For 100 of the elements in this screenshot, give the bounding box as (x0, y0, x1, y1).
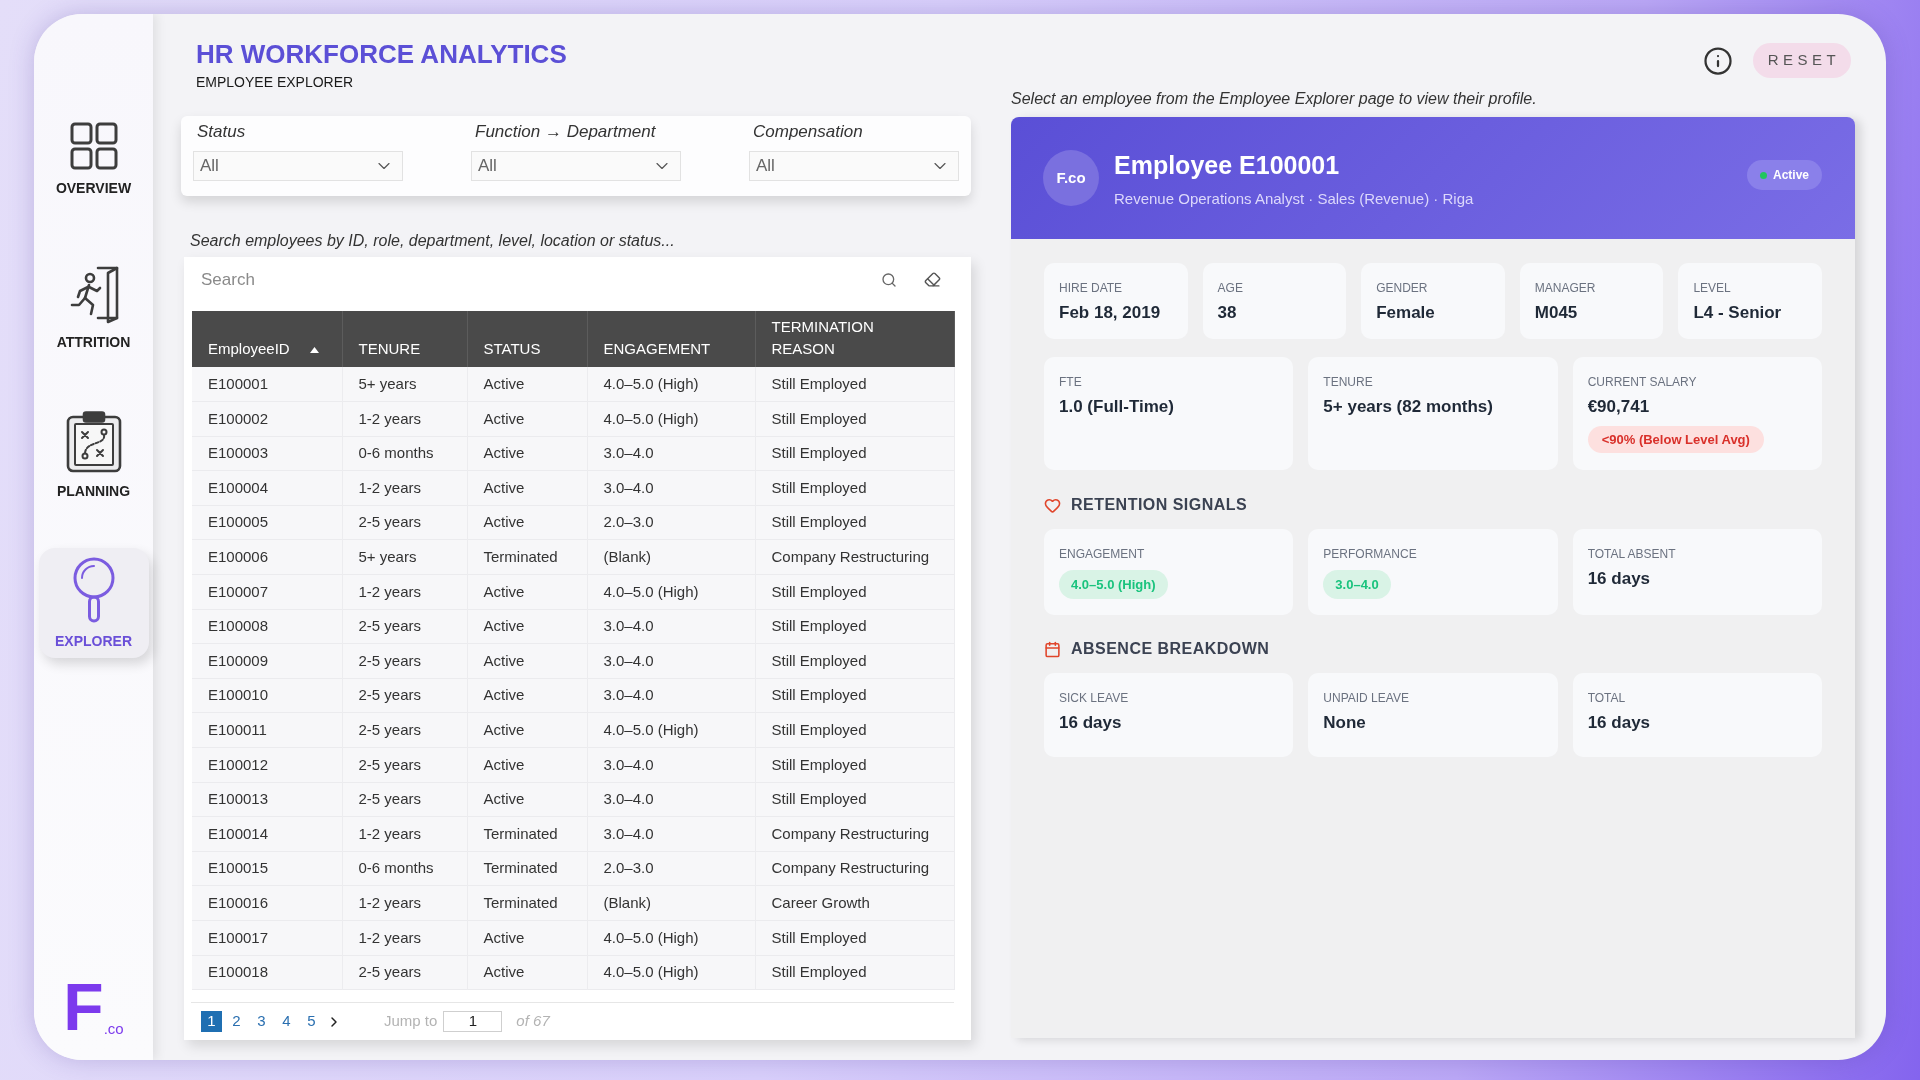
filter-dropdown[interactable]: All (471, 151, 681, 181)
field-value: 16 days (1587, 712, 1651, 734)
table-cell: 4.0–5.0 (High) (587, 712, 755, 748)
field-value: 1.0 (Full-Time) (1059, 396, 1174, 418)
table-cell: 3.0–4.0 (587, 678, 755, 713)
field-label: HIRE DATE (1059, 280, 1123, 296)
eraser-icon[interactable] (924, 271, 941, 288)
table-cell: 2-5 years (342, 747, 467, 783)
table-cell: Still Employed (755, 367, 954, 402)
info-icon[interactable] (1703, 45, 1733, 76)
field-value: Female (1376, 302, 1435, 324)
table-cell: Active (467, 643, 587, 679)
field-label: UNPAID LEAVE (1323, 690, 1409, 706)
table-cell: 5+ years (342, 539, 467, 575)
page-link[interactable]: 5 (301, 1011, 322, 1033)
field-label: FTE (1059, 374, 1082, 390)
table-cell: Terminated (467, 539, 587, 575)
filter-dropdown[interactable]: All (193, 151, 403, 181)
field-value: 16 days (1587, 568, 1651, 590)
nav-item[interactable]: ATTRITION (38, 252, 149, 362)
table-cell: Active (467, 747, 587, 783)
table-cell: Still Employed (755, 609, 954, 644)
table-cell: 3.0–4.0 (587, 470, 755, 506)
table-cell: Active (467, 678, 587, 713)
filter-label: Function → Department (474, 121, 657, 143)
field-value: 38 (1217, 302, 1237, 324)
nav-item[interactable]: PLANNING (38, 400, 149, 510)
table-cell: E100018 (192, 955, 342, 990)
clipboard-icon (65, 411, 122, 473)
table-cell: Still Employed (755, 955, 954, 990)
table-cell: 2.0–3.0 (587, 851, 755, 886)
calendar-icon (1044, 640, 1061, 658)
section-title: ABSENCE BREAKDOWN (1071, 639, 1270, 659)
filter-dropdown[interactable]: All (749, 151, 959, 181)
field-label: PERFORMANCE (1323, 546, 1417, 562)
page-link[interactable]: 4 (276, 1011, 297, 1033)
table-cell: 2.0–3.0 (587, 505, 755, 540)
table-cell: Company Restructuring (755, 816, 954, 852)
table-cell: 3.0–4.0 (587, 747, 755, 783)
page-link[interactable]: 2 (226, 1011, 247, 1033)
table-cell: Still Employed (755, 712, 954, 748)
table-cell: 2-5 years (342, 712, 467, 748)
field-value: M045 (1534, 302, 1578, 324)
field-label: SICK LEAVE (1059, 690, 1129, 706)
table-cell: Active (467, 712, 587, 748)
page-link[interactable]: 3 (251, 1011, 272, 1033)
table-cell: Still Employed (755, 747, 954, 783)
reset-button[interactable]: RESET (1753, 43, 1851, 78)
table-cell: E100016 (192, 885, 342, 921)
search-icon[interactable] (881, 271, 897, 288)
table-cell: Company Restructuring (755, 851, 954, 886)
table-cell: 0-6 months (342, 436, 467, 471)
table-cell: Still Employed (755, 574, 954, 610)
rating-tag: 3.0–4.0 (1323, 570, 1391, 599)
table-cell: 1-2 years (342, 885, 467, 921)
table-cell: Still Employed (755, 401, 954, 437)
field-label: CURRENT SALARY (1587, 374, 1697, 390)
table-cell: E100011 (192, 712, 342, 748)
filter-label: Compensation (752, 121, 864, 143)
jump-label: Jump to (384, 1011, 438, 1032)
table-cell: E100009 (192, 643, 342, 679)
nav-item[interactable]: EXPLORER (38, 548, 149, 658)
table-cell: 4.0–5.0 (High) (587, 920, 755, 956)
table-cell: 1-2 years (342, 574, 467, 610)
table-cell: Active (467, 609, 587, 644)
table-cell: E100008 (192, 609, 342, 644)
table-cell: E100012 (192, 747, 342, 783)
table-cell: 1-2 years (342, 470, 467, 506)
table-cell: 4.0–5.0 (High) (587, 574, 755, 610)
table-cell: Company Restructuring (755, 539, 954, 575)
table-cell: 2-5 years (342, 678, 467, 713)
table-cell: Still Employed (755, 505, 954, 540)
table-cell: 1-2 years (342, 401, 467, 437)
table-cell: Terminated (467, 851, 587, 886)
jump-to-input[interactable]: 1 (443, 1011, 503, 1033)
page-subtitle: EMPLOYEE EXPLORER (196, 73, 355, 91)
comparison-tag: <90% (Below Level Avg) (1587, 426, 1764, 453)
table-cell: Active (467, 505, 587, 540)
field-label: TENURE (1323, 374, 1373, 390)
search-field[interactable]: Search (201, 266, 854, 293)
table-cell: 3.0–4.0 (587, 816, 755, 852)
page-total: of 67 (516, 1011, 550, 1032)
table-cell: 2-5 years (342, 955, 467, 990)
table-cell: Active (467, 955, 587, 990)
table-cell: 2-5 years (342, 782, 467, 817)
employee-name: Employee E100001 (1114, 150, 1341, 181)
nav-item[interactable]: OVERVIEW (38, 104, 149, 214)
table-cell: E100005 (192, 505, 342, 540)
table-cell: (Blank) (587, 885, 755, 921)
field-label: MANAGER (1534, 280, 1596, 296)
logo: F.co (63, 976, 124, 1038)
grid-icon (69, 122, 118, 170)
page-link[interactable]: 1 (201, 1011, 222, 1033)
table-cell: Still Employed (755, 436, 954, 471)
table-cell: 1-2 years (342, 816, 467, 852)
table-cell: E100013 (192, 782, 342, 817)
heart-icon (1044, 496, 1061, 514)
table-cell: E100015 (192, 851, 342, 886)
table-cell: 3.0–4.0 (587, 436, 755, 471)
table-cell: 5+ years (342, 367, 467, 402)
